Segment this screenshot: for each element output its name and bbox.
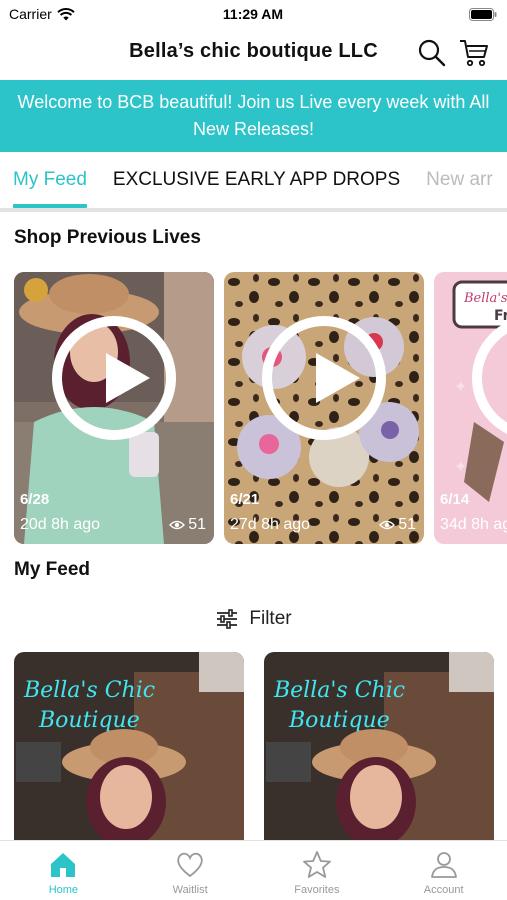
carrier-label: Carrier — [9, 6, 52, 22]
tab-waitlist-label: Waitlist — [172, 884, 208, 896]
live-time-ago: 34d 8h ago — [440, 516, 507, 533]
tab-waitlist[interactable]: Waitlist — [127, 841, 254, 900]
wifi-icon — [57, 7, 75, 20]
tabs-divider — [0, 208, 507, 212]
tab-account-label: Account — [423, 884, 464, 896]
live-card[interactable]: 6/21 27d 8h ago 51 — [224, 272, 424, 544]
home-icon — [51, 853, 76, 877]
carrier-info: Carrier — [9, 6, 129, 22]
live-views: 51 — [379, 516, 416, 534]
star-icon — [302, 851, 331, 878]
live-views: 51 — [169, 516, 206, 534]
live-date: 6/21 — [230, 491, 260, 508]
tab-my-feed[interactable]: My Feed — [0, 152, 100, 208]
welcome-banner[interactable]: Welcome to BCB beautiful! Join us Live e… — [0, 80, 507, 152]
svg-text:Bella's Chic: Bella's Chic — [273, 678, 405, 703]
tab-new-arrivals[interactable]: New arr — [413, 152, 506, 208]
filter-icon — [217, 609, 238, 629]
svg-text:Fr: Fr — [494, 308, 507, 324]
eye-icon — [379, 520, 396, 530]
tab-home-label: Home — [48, 884, 79, 896]
live-date: 6/28 — [20, 491, 50, 508]
live-views-count: 51 — [398, 516, 416, 533]
live-date: 6/14 — [440, 491, 470, 508]
feed-item[interactable]: Bella's Chic Boutique — [14, 652, 244, 852]
bottom-tab-bar: Home Waitlist Favorites Account — [0, 840, 507, 900]
tab-home[interactable]: Home — [0, 841, 127, 900]
svg-text:✦: ✦ — [454, 459, 467, 476]
play-button[interactable] — [262, 316, 386, 440]
status-bar: Carrier 11:29 AM — [0, 0, 507, 28]
tab-favorites[interactable]: Favorites — [254, 841, 381, 900]
person-icon — [430, 852, 457, 878]
play-button[interactable] — [52, 316, 176, 440]
previous-lives-carousel[interactable]: 6/28 20d 8h ago 51 6/21 27d 8h ago 51 Be… — [14, 272, 507, 544]
live-card[interactable]: Bella's Fr ✦ ✦ 6/14 34d 8h ago — [434, 272, 507, 544]
search-icon[interactable] — [417, 38, 447, 68]
feed-item[interactable]: Bella's Chic Boutique — [264, 652, 494, 852]
filter-label: Filter — [249, 608, 292, 629]
feed-item-thumbnail: Bella's Chic Boutique — [14, 652, 244, 852]
svg-text:✦: ✦ — [454, 379, 467, 396]
app-header: Bella’s chic boutique LLC — [0, 28, 507, 78]
cart-icon[interactable] — [459, 38, 489, 68]
svg-text:Bella's Chic: Bella's Chic — [23, 678, 155, 703]
live-card[interactable]: 6/28 20d 8h ago 51 — [14, 272, 214, 544]
category-tabs: My Feed EXCLUSIVE EARLY APP DROPS New ar… — [0, 152, 507, 208]
battery-icon — [469, 7, 497, 21]
feed-item-thumbnail: Bella's Chic Boutique — [264, 652, 494, 852]
heart-icon — [177, 852, 203, 878]
tab-exclusive-early-app-drops[interactable]: EXCLUSIVE EARLY APP DROPS — [100, 152, 413, 208]
live-time-ago: 20d 8h ago — [20, 516, 101, 533]
tab-account[interactable]: Account — [380, 841, 507, 900]
eye-icon — [169, 520, 186, 530]
previous-lives-heading: Shop Previous Lives — [14, 227, 201, 248]
my-feed-heading: My Feed — [14, 559, 91, 580]
status-time: 11:29 AM — [222, 6, 284, 22]
svg-text:Bella's: Bella's — [463, 291, 507, 306]
live-views-count: 51 — [188, 516, 206, 533]
tab-favorites-label: Favorites — [294, 884, 340, 896]
live-time-ago: 27d 8h ago — [230, 516, 311, 533]
filter-button[interactable]: Filter — [0, 604, 507, 634]
welcome-banner-text: Welcome to BCB beautiful! Join us Live e… — [17, 92, 490, 139]
